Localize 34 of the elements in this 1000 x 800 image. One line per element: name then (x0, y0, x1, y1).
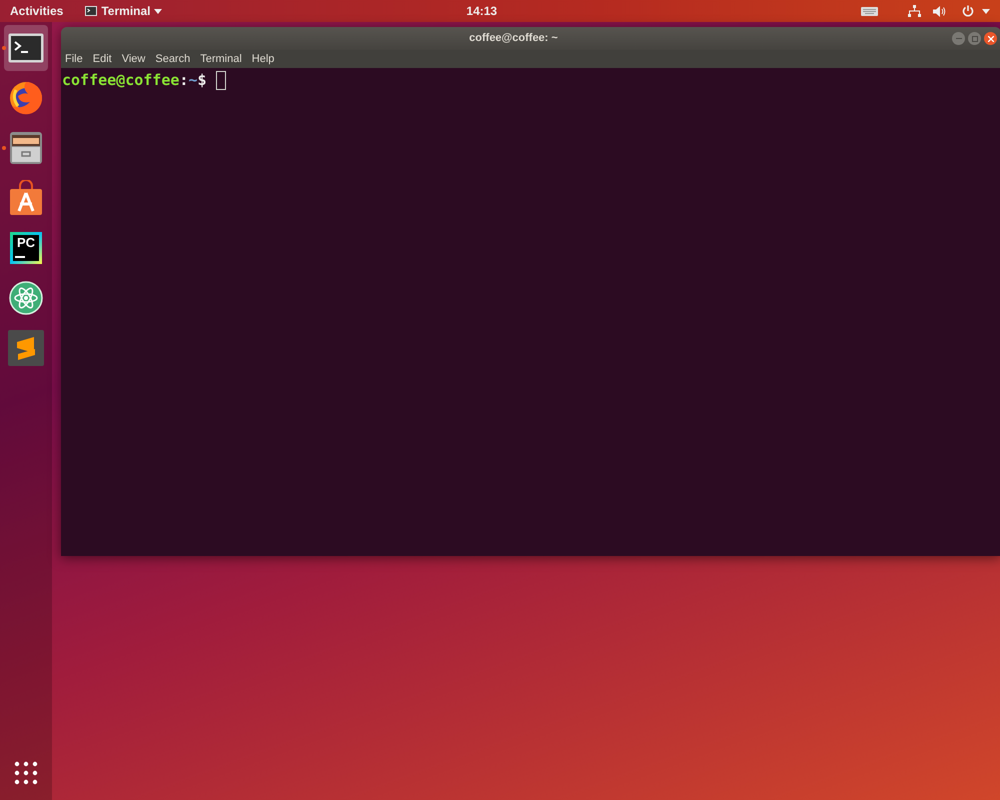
clock[interactable]: 14:13 (466, 2, 498, 20)
menu-item[interactable]: File (65, 50, 83, 68)
close-icon (988, 36, 994, 42)
terminal-icon (8, 33, 44, 63)
close-button[interactable] (984, 32, 997, 45)
window-title: coffee@coffee: ~ (468, 31, 559, 46)
caret-icon (982, 8, 990, 14)
menu-item[interactable]: Edit (92, 50, 112, 68)
activities-button[interactable]: Activities (10, 2, 64, 20)
running-indicator (2, 146, 6, 150)
terminal-icon (85, 6, 98, 16)
app-grid-icon[interactable] (14, 761, 38, 785)
shopping-bag-icon (9, 180, 43, 216)
file-cabinet-icon (9, 131, 43, 165)
menu-item[interactable]: View (122, 50, 146, 68)
caret-icon (154, 8, 162, 14)
keyboard-icon[interactable] (861, 6, 878, 16)
menu-item[interactable]: Help (252, 50, 274, 68)
sublime-icon (8, 330, 44, 366)
cursor (216, 70, 226, 90)
dock-item[interactable]: PC (4, 225, 48, 271)
running-indicator (2, 46, 6, 50)
power-menu[interactable] (962, 5, 990, 17)
pycharm-icon: PC (10, 232, 42, 264)
power-icon (962, 5, 974, 17)
atom-icon (9, 281, 43, 315)
dock-item[interactable] (4, 25, 48, 71)
prompt-text: coffee@coffee:~$ (62, 70, 206, 91)
app-menu[interactable]: Terminal (85, 2, 162, 20)
network-icon[interactable] (908, 5, 921, 17)
menu-item[interactable]: Search (155, 50, 190, 68)
menu-item[interactable]: Terminal (200, 50, 242, 68)
volume-icon[interactable] (933, 6, 946, 16)
firefox-icon (8, 80, 44, 116)
